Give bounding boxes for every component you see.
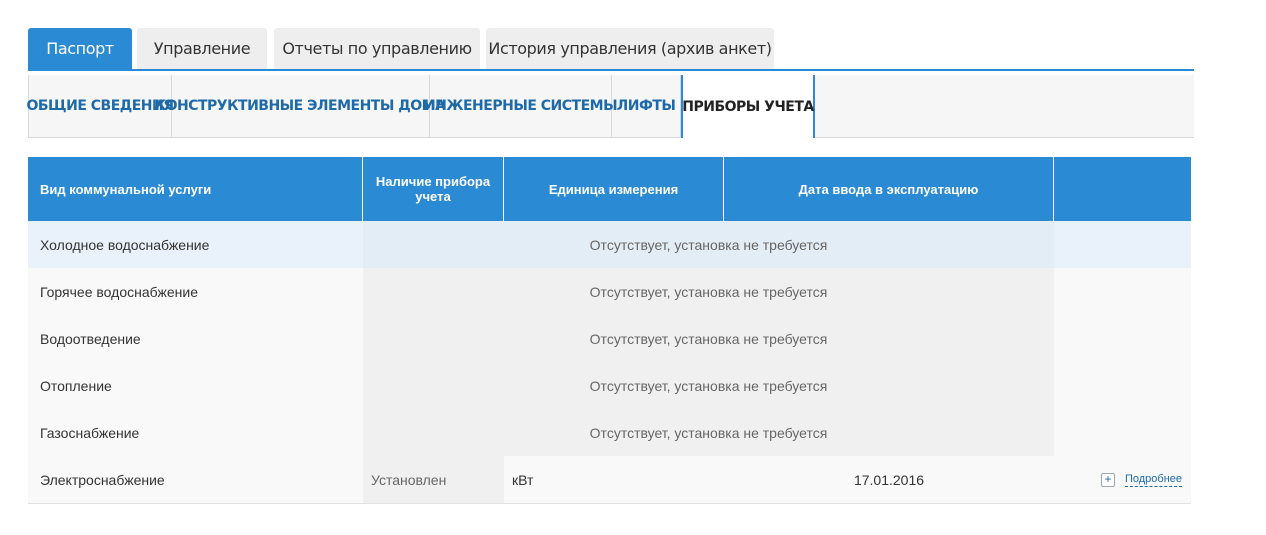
header-actions <box>1054 157 1191 221</box>
tab-management-reports[interactable]: Отчеты по управлению <box>274 28 480 69</box>
meter-presence: Установлен <box>363 456 504 503</box>
meter-unit: кВт <box>512 471 534 488</box>
service-name: Водоотведение <box>40 330 141 347</box>
service-name: Отопление <box>40 377 112 394</box>
tab-management[interactable]: Управление <box>137 28 267 69</box>
table-row: Холодное водоснабжение Отсутствует, уста… <box>28 221 1191 268</box>
plus-icon[interactable]: + <box>1100 472 1115 487</box>
subtab-structural-elements[interactable]: КОНСТРУКТИВНЫЕ ЭЛЕМЕНТЫ ДОМА <box>155 75 446 137</box>
details-link[interactable]: Подробнее <box>1124 473 1182 487</box>
table-row: Отопление Отсутствует, установка не треб… <box>28 362 1191 409</box>
meter-status: Отсутствует, установка не требуется <box>363 362 1054 409</box>
table-row: Газоснабжение Отсутствует, установка не … <box>28 409 1191 456</box>
metering-devices-table: Вид коммунальной услуги Наличие прибора … <box>28 157 1191 504</box>
header-commissioning-date: Дата ввода в эксплуатацию <box>724 157 1054 221</box>
meter-status: Отсутствует, установка не требуется <box>363 315 1054 362</box>
tab-passport[interactable]: Паспорт <box>28 28 132 69</box>
service-name: Газоснабжение <box>40 424 140 441</box>
header-meter-presence: Наличие прибора учета <box>363 157 504 221</box>
meter-status: Отсутствует, установка не требуется <box>363 221 1054 268</box>
table-row: Горячее водоснабжение Отсутствует, устан… <box>28 268 1191 315</box>
section-tabs: ОБЩИЕ СВЕДЕНИЯ КОНСТРУКТИВНЫЕ ЭЛЕМЕНТЫ Д… <box>26 75 1194 138</box>
subtab-metering-devices[interactable]: ПРИБОРЫ УЧЕТА <box>681 75 815 138</box>
main-tabs: Паспорт Управление Отчеты по управлению … <box>28 28 1194 71</box>
meter-status: Отсутствует, установка не требуется <box>363 268 1054 315</box>
details-action: + Подробнее <box>1054 456 1191 503</box>
meter-status: Отсутствует, установка не требуется <box>363 409 1054 456</box>
subtab-general-info[interactable]: ОБЩИЕ СВЕДЕНИЯ <box>26 75 174 137</box>
service-name: Горячее водоснабжение <box>40 283 198 300</box>
header-service-type: Вид коммунальной услуги <box>28 157 363 221</box>
header-unit: Единица измерения <box>504 157 724 221</box>
subtab-engineering-systems[interactable]: ИНЖЕНЕРНЫЕ СИСТЕМЫ <box>424 75 618 137</box>
tab-management-history[interactable]: История управления (архив анкет) <box>486 28 774 69</box>
service-name: Холодное водоснабжение <box>40 236 210 253</box>
table-row: Электроснабжение Установлен кВт 17.01.20… <box>28 456 1191 504</box>
subtab-elevators[interactable]: ЛИФТЫ <box>612 75 681 137</box>
commissioning-date: 17.01.2016 <box>853 471 925 488</box>
table-header: Вид коммунальной услуги Наличие прибора … <box>28 157 1191 221</box>
service-name: Электроснабжение <box>40 471 165 488</box>
table-row: Водоотведение Отсутствует, установка не … <box>28 315 1191 362</box>
